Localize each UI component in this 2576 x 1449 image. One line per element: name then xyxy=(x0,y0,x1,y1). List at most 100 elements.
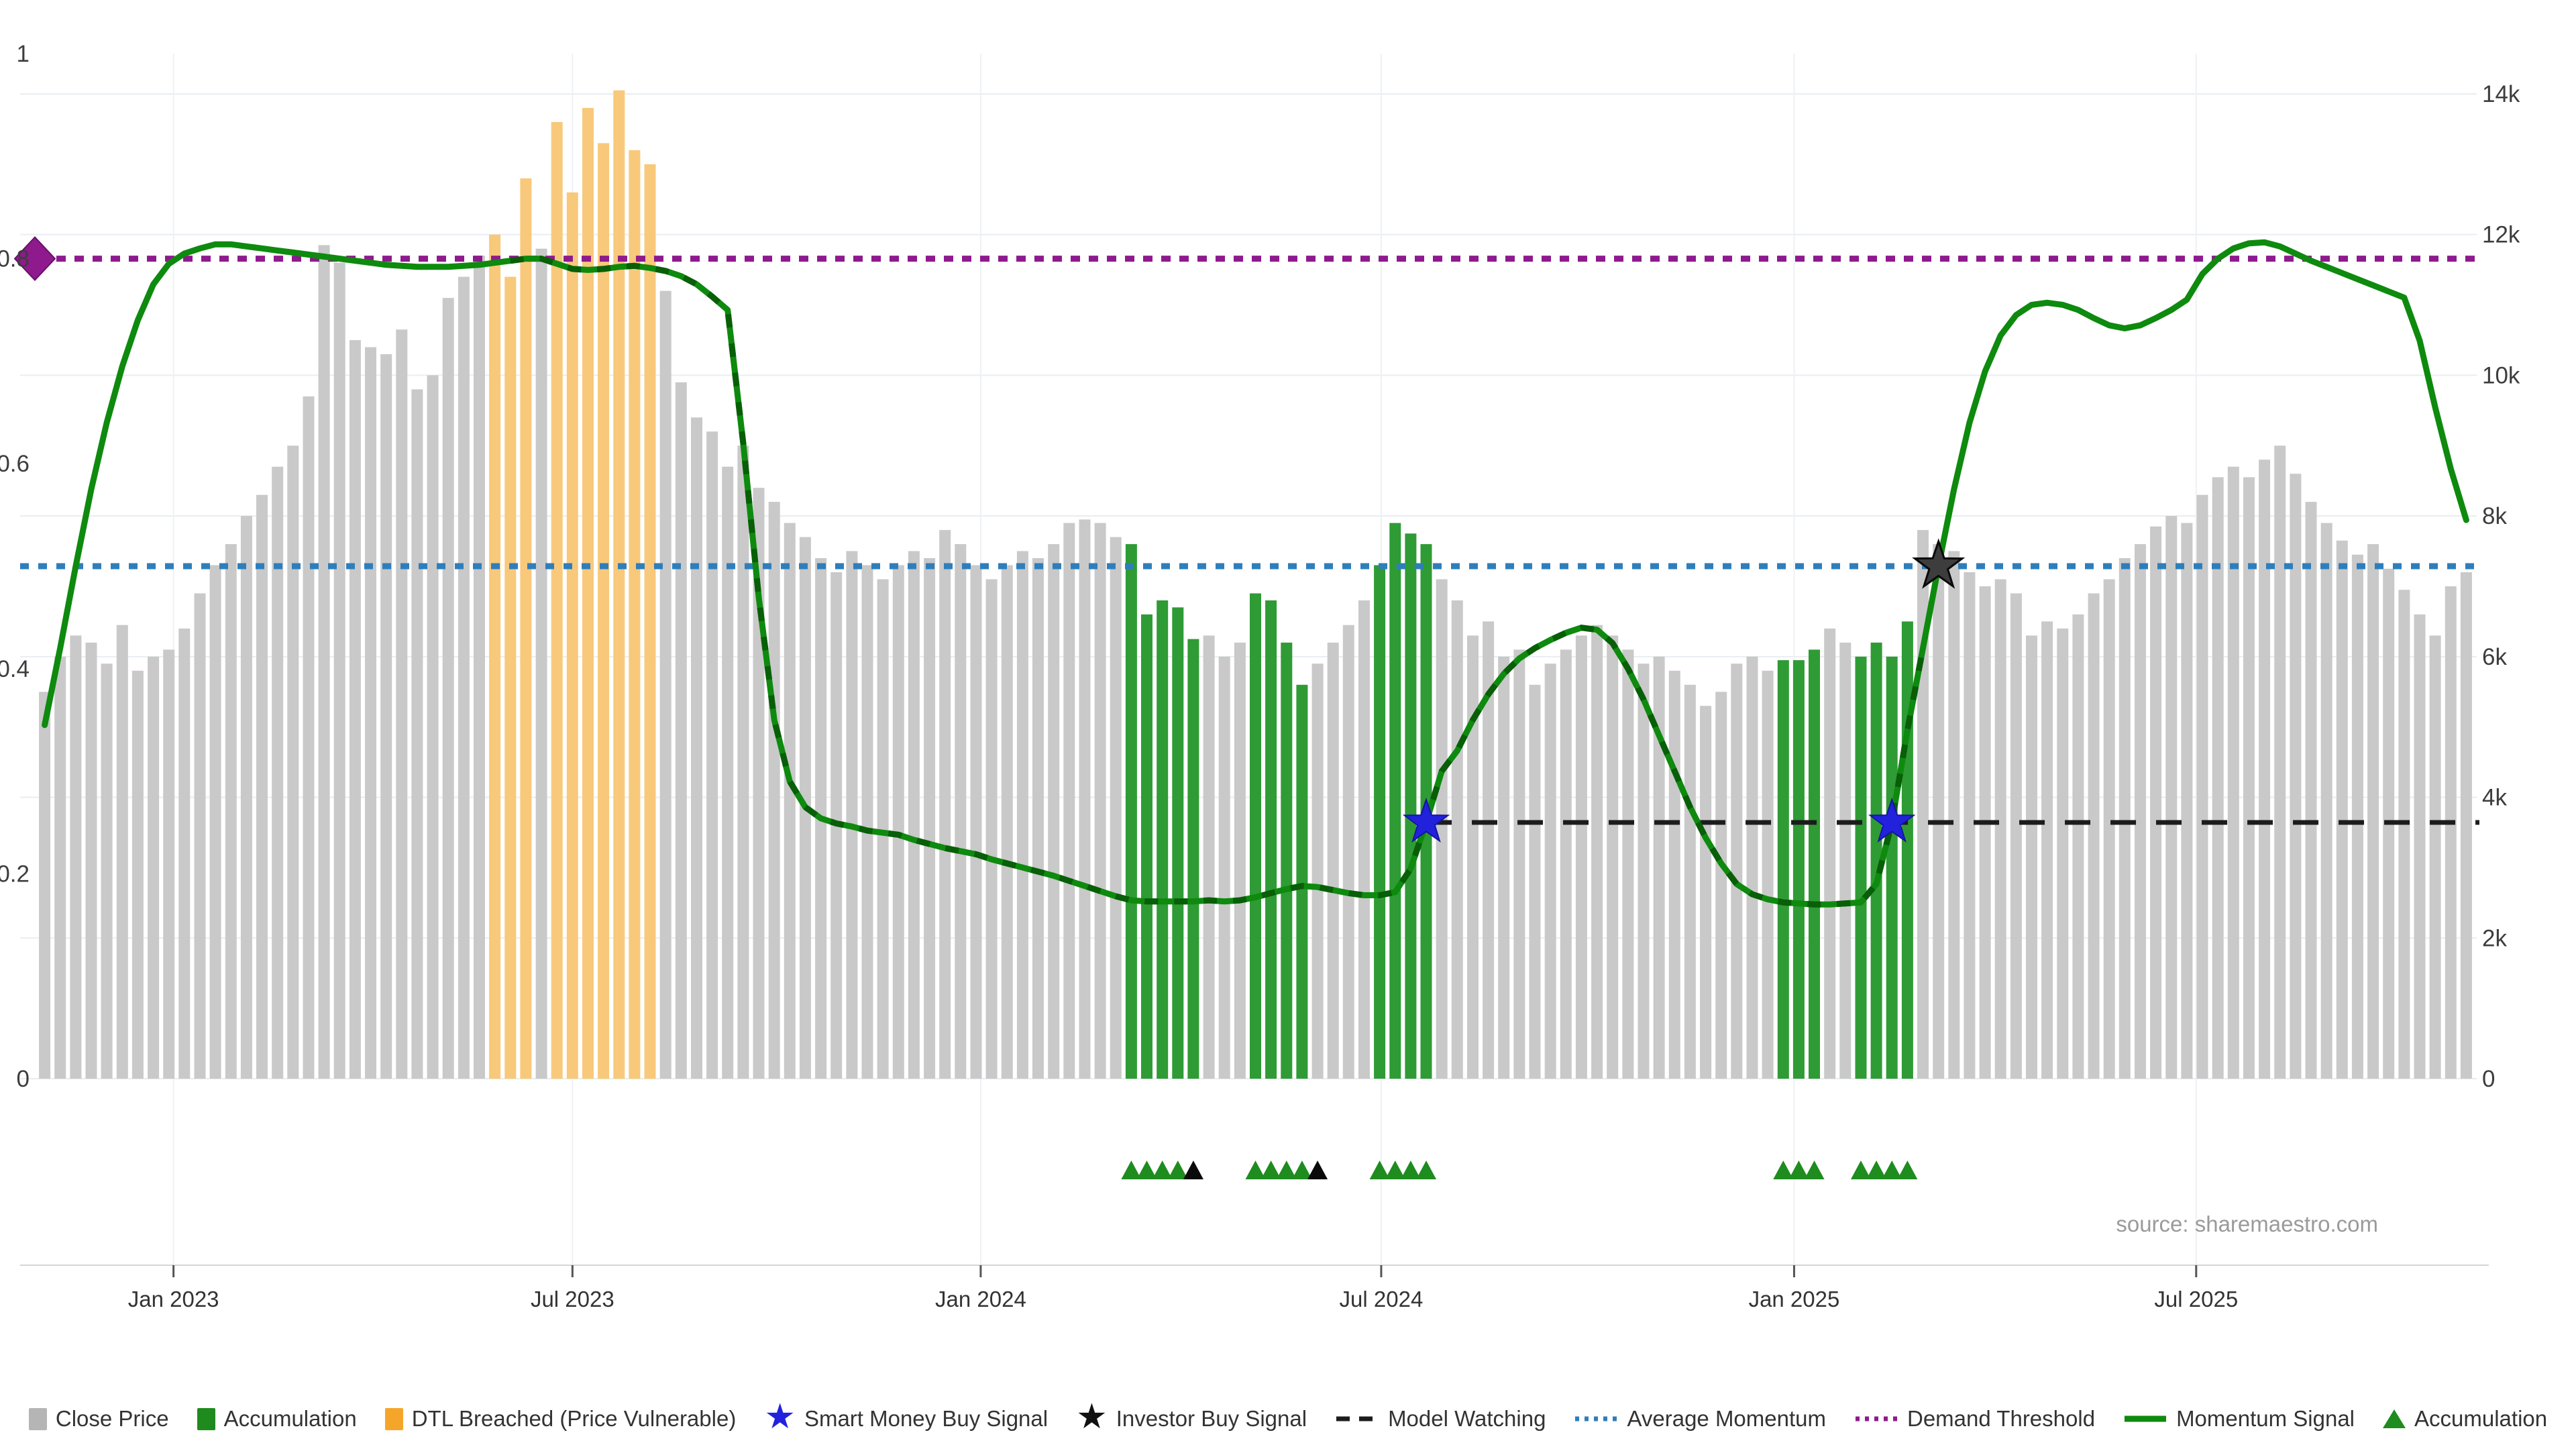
price-bar xyxy=(210,566,221,1079)
x-axis-label: Jul 2025 xyxy=(2154,1287,2238,1311)
legend-item-close-price[interactable]: Close Price xyxy=(29,1406,169,1432)
price-bar xyxy=(70,635,81,1079)
legend-item-accumulation-tri[interactable]: Accumulation xyxy=(2383,1406,2547,1432)
legend-item-accumulation-bar[interactable]: Accumulation xyxy=(197,1406,357,1432)
price-bar xyxy=(1638,663,1650,1079)
price-bar xyxy=(39,692,50,1079)
price-bar xyxy=(1002,566,1013,1079)
y-axis-label-left: 0.4 xyxy=(0,656,30,682)
investor-buy-swatch-icon: ★ xyxy=(1076,1406,1108,1428)
y-axis-label-right: 2k xyxy=(2482,925,2507,951)
y-axis-label-left: 0.2 xyxy=(0,861,30,887)
price-bar-accumulation xyxy=(1389,523,1401,1079)
price-bar xyxy=(2104,580,2115,1079)
price-bar xyxy=(722,467,733,1079)
price-bar-accumulation xyxy=(1265,600,1277,1079)
price-bar xyxy=(2165,516,2177,1079)
price-bar xyxy=(1747,657,1758,1079)
legend-item-label: Model Watching xyxy=(1388,1406,1546,1432)
legend-item-momentum-signal[interactable]: Momentum Signal xyxy=(2123,1406,2355,1432)
y-axis-label-left: 1 xyxy=(17,41,30,67)
price-bar xyxy=(117,625,128,1079)
price-bar xyxy=(955,544,966,1079)
accumulation-bar-swatch-icon xyxy=(197,1408,215,1430)
price-bar xyxy=(2088,594,2100,1079)
price-bar xyxy=(1576,635,1587,1079)
chart-page: Jan 2023Jul 2023Jan 2024Jul 2024Jan 2025… xyxy=(0,0,2576,1449)
x-axis-label: Jan 2025 xyxy=(1749,1287,1840,1311)
price-bar xyxy=(2306,502,2317,1079)
price-bar xyxy=(54,657,66,1079)
price-bar-dtl-breached xyxy=(567,193,578,1079)
y-axis-label-right: 6k xyxy=(2482,644,2507,670)
price-bar-dtl-breached xyxy=(645,164,656,1079)
price-bar xyxy=(939,530,951,1079)
price-bar xyxy=(195,594,206,1079)
price-bar xyxy=(163,649,174,1079)
price-bar-accumulation xyxy=(1157,600,1168,1079)
price-bar-accumulation xyxy=(1405,533,1416,1079)
y-axis-label-right: 4k xyxy=(2482,785,2507,811)
price-bar xyxy=(1622,649,1633,1079)
price-bar xyxy=(1560,649,1572,1079)
price-bar-accumulation xyxy=(1778,660,1789,1079)
legend-item-label: Close Price xyxy=(56,1406,169,1432)
price-bar xyxy=(877,580,889,1079)
price-bar xyxy=(474,256,485,1079)
price-bar xyxy=(1436,580,1448,1079)
price-bar-accumulation xyxy=(1250,594,1261,1079)
accumulation-triangle-black-marker xyxy=(1183,1161,1203,1179)
price-bar xyxy=(1328,643,1339,1079)
price-bar xyxy=(334,263,345,1079)
price-bar xyxy=(1715,692,1727,1079)
price-bar-dtl-breached xyxy=(582,108,594,1079)
price-bar xyxy=(1095,523,1106,1079)
price-bar xyxy=(2430,635,2441,1079)
price-bar xyxy=(303,396,315,1079)
price-bar xyxy=(380,354,392,1079)
price-bar xyxy=(1980,586,1991,1079)
price-bar-dtl-breached xyxy=(520,178,531,1079)
y-axis-label-right: 0 xyxy=(2482,1066,2495,1092)
legend-item-model-watching[interactable]: Model Watching xyxy=(1335,1406,1546,1432)
price-bar xyxy=(1017,551,1028,1079)
price-bar xyxy=(2274,445,2286,1079)
legend-item-label: Investor Buy Signal xyxy=(1116,1406,1307,1432)
price-bar xyxy=(2414,614,2426,1079)
legend-item-label: Average Momentum xyxy=(1627,1406,1826,1432)
price-bar xyxy=(536,249,547,1079)
price-bar xyxy=(365,347,376,1079)
price-bar-accumulation xyxy=(1126,544,1137,1079)
price-bar xyxy=(2197,495,2208,1079)
price-bar xyxy=(1513,649,1525,1079)
y-axis-label-left: 0.8 xyxy=(0,246,30,272)
price-bar xyxy=(1731,663,1742,1079)
price-bar xyxy=(1452,600,1463,1079)
legend: Close Price Accumulation DTL Breached (Pri… xyxy=(0,1406,2576,1432)
price-bar xyxy=(458,277,470,1079)
price-bar xyxy=(101,663,113,1079)
price-bar xyxy=(2026,635,2037,1079)
legend-item-dtl-breached[interactable]: DTL Breached (Price Vulnerable) xyxy=(385,1406,737,1432)
price-bar xyxy=(2010,594,2022,1079)
price-bar xyxy=(986,580,998,1079)
price-bar xyxy=(706,431,718,1079)
price-bar xyxy=(1529,685,1541,1079)
y-axis-label-right: 10k xyxy=(2482,362,2520,388)
legend-item-investor-buy[interactable]: ★ Investor Buy Signal xyxy=(1076,1406,1307,1432)
legend-item-average-momentum[interactable]: Average Momentum xyxy=(1574,1406,1826,1432)
price-bar xyxy=(1312,663,1324,1079)
model-watching-swatch-icon xyxy=(1335,1414,1379,1424)
legend-item-demand-threshold[interactable]: Demand Threshold xyxy=(1854,1406,2095,1432)
price-bar-accumulation xyxy=(1172,607,1183,1079)
price-bar xyxy=(862,566,873,1079)
y-axis-label-left: 0 xyxy=(17,1066,30,1092)
price-bar xyxy=(893,566,904,1079)
accumulation-triangle-marker xyxy=(1416,1161,1436,1179)
legend-item-smart-money-buy[interactable]: ★Smart Money Buy Signal xyxy=(764,1406,1048,1432)
price-bar xyxy=(1948,551,1960,1079)
x-axis-label: Jul 2024 xyxy=(1340,1287,1424,1311)
price-bar xyxy=(1079,519,1091,1079)
legend-item-label: DTL Breached (Price Vulnerable) xyxy=(412,1406,737,1432)
source-note: source: sharemaestro.com xyxy=(2116,1212,2378,1237)
